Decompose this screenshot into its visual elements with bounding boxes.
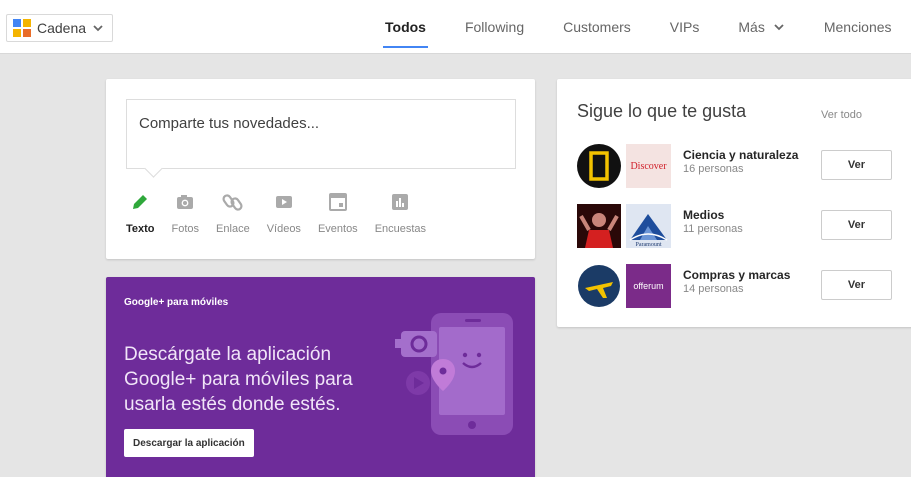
share-video-button[interactable]: Vídeos <box>267 191 301 235</box>
camera-icon <box>177 195 194 209</box>
tab-mas[interactable]: Más <box>736 0 786 54</box>
mobile-promo-card: Google+ para móviles Descárgate la aplic… <box>106 277 535 477</box>
tab-customers[interactable]: Customers <box>561 0 633 54</box>
follow-item-count: 16 personas <box>683 163 744 175</box>
follow-item-count: 14 personas <box>683 283 744 295</box>
svg-text:Paramount: Paramount <box>636 242 662 248</box>
ver-button[interactable]: Ver <box>821 270 892 300</box>
share-poll-button[interactable]: Encuestas <box>375 191 426 235</box>
top-bar: Cadena Todos Following Customers VIPs Má… <box>0 0 911 54</box>
natgeo-avatar <box>577 144 621 188</box>
share-box: Comparte tus novedades... Texto Fotos En… <box>106 79 535 259</box>
share-text-button[interactable]: Texto <box>126 191 155 235</box>
calendar-icon <box>328 193 347 211</box>
promo-text: Descárgate la aplicación Google+ para mó… <box>124 344 353 415</box>
stream-label: Cadena <box>37 20 87 36</box>
follow-item-title: Ciencia y naturaleza <box>683 148 799 162</box>
phone-illustration-icon <box>395 313 513 435</box>
tab-following[interactable]: Following <box>463 0 526 54</box>
ver-button[interactable]: Ver <box>821 210 892 240</box>
share-link-button[interactable]: Enlace <box>216 191 250 235</box>
tab-todos[interactable]: Todos <box>383 0 428 54</box>
ver-button[interactable]: Ver <box>821 150 892 180</box>
pencil-icon <box>133 195 148 209</box>
stream-selector[interactable]: Cadena <box>6 14 114 42</box>
follow-item-title: Medios <box>683 208 725 222</box>
follow-suggestions-card: Sigue lo que te gusta Ver todo Discover … <box>557 79 911 327</box>
download-app-button[interactable]: Descargar la aplicación <box>124 429 254 457</box>
offerum-logo: offerum <box>626 264 671 308</box>
medios-avatar <box>577 204 621 248</box>
list-item: offerum Compras y marcas 14 personas Ver <box>577 262 897 312</box>
tab-vips[interactable]: VIPs <box>668 0 702 54</box>
follow-item-title: Compras y marcas <box>683 268 791 282</box>
paramount-logo: Paramount <box>626 204 671 248</box>
stream-logo-icon <box>13 19 31 37</box>
discover-logo: Discover <box>626 144 671 188</box>
list-item: Paramount Medios 11 personas Ver <box>577 202 897 252</box>
video-icon <box>275 196 292 208</box>
expedia-avatar <box>577 264 621 308</box>
share-photos-button[interactable]: Fotos <box>172 191 199 235</box>
share-events-button[interactable]: Eventos <box>318 191 358 235</box>
view-all-link[interactable]: Ver todo <box>821 109 862 121</box>
follow-item-count: 11 personas <box>683 223 743 235</box>
follow-title: Sigue lo que te gusta <box>577 101 747 121</box>
stream-tabs: Todos Following Customers VIPs Más Menci… <box>383 0 911 54</box>
tab-menciones[interactable]: Menciones <box>822 0 894 54</box>
list-item: Discover Ciencia y naturaleza 16 persona… <box>577 142 897 192</box>
promo-heading: Google+ para móviles <box>124 297 229 308</box>
share-actions: Texto Fotos Enlace Vídeos Eventos Encues… <box>126 191 443 235</box>
poll-icon <box>392 194 409 210</box>
share-input[interactable]: Comparte tus novedades... <box>126 99 516 169</box>
chevron-down-icon <box>93 25 103 32</box>
link-icon <box>222 194 243 211</box>
chevron-down-icon <box>774 24 784 31</box>
